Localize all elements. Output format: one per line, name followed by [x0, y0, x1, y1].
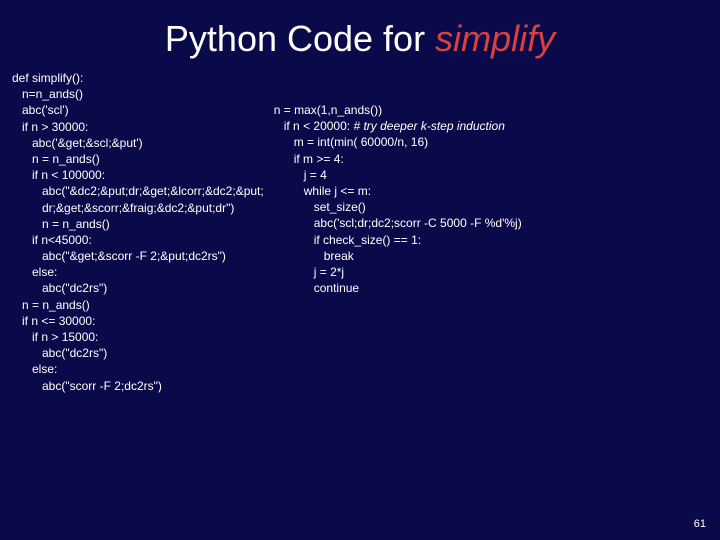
- title-emphasis: simplify: [435, 18, 555, 59]
- code-right-column: n = max(1,n_ands()) if n < 20000: # try …: [274, 70, 522, 394]
- content-area: def simplify(): n=n_ands() abc('scl') if…: [0, 70, 720, 394]
- title-prefix: Python Code for: [165, 18, 435, 59]
- slide-title: Python Code for simplify: [0, 0, 720, 70]
- code-left-column: def simplify(): n=n_ands() abc('scl') if…: [12, 70, 264, 394]
- code-comment: # try deeper k-step induction: [353, 119, 504, 133]
- code-right-part2: m = int(min( 60000/n, 16) if m >= 4: j =…: [274, 135, 522, 295]
- page-number: 61: [694, 518, 706, 530]
